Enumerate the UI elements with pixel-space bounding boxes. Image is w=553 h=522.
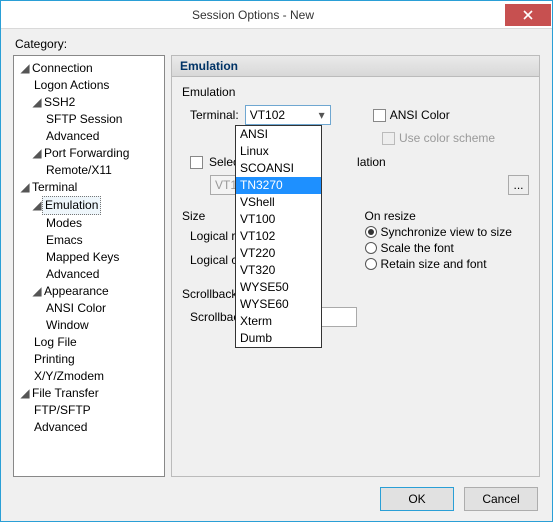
ok-button[interactable]: OK [380,487,454,511]
tree-mapped[interactable]: Mapped Keys [44,249,121,266]
tree-emulation[interactable]: Emulation [42,196,101,215]
radio-retain[interactable]: Retain size and font [365,257,530,271]
tree-terminal[interactable]: Terminal [30,179,79,196]
tree-logon[interactable]: Logon Actions [32,77,111,94]
dropdown-option[interactable]: VT320 [236,262,321,279]
close-button[interactable] [505,4,551,26]
close-icon [523,10,533,20]
tree-modes[interactable]: Modes [44,215,84,232]
tree-remotex11[interactable]: Remote/X11 [44,162,114,179]
dropdown-option[interactable]: Dumb [236,330,321,347]
tree-xyz[interactable]: X/Y/Zmodem [32,368,106,385]
category-label: Category: [15,37,540,51]
dropdown-option[interactable]: VT100 [236,211,321,228]
dropdown-option[interactable]: VT220 [236,245,321,262]
chevron-down-icon[interactable]: ◢ [32,197,42,214]
use-color-scheme-checkbox: Use color scheme [382,131,495,145]
panel-body: Emulation Terminal: VT102 ▾ ANSI Color [171,77,540,477]
radio-scale-label: Scale the font [381,241,454,255]
tree-portfwd[interactable]: Port Forwarding [42,145,131,162]
select-alt-checkbox[interactable] [190,156,203,169]
group-emulation: Emulation [182,85,529,99]
tree-appearance[interactable]: Appearance [42,283,111,300]
tree-filetransfer[interactable]: File Transfer [30,385,101,402]
browse-button[interactable]: ... [508,175,529,195]
cancel-button[interactable]: Cancel [464,487,538,511]
window-title: Session Options - New [1,8,505,22]
tree-ftpsftp[interactable]: FTP/SFTP [32,402,93,419]
terminal-dropdown-list[interactable]: ANSILinuxSCOANSITN3270VShellVT100VT102VT… [235,125,322,348]
tree-window[interactable]: Window [44,317,91,334]
radio-sync[interactable]: Synchronize view to size [365,225,530,239]
dropdown-option[interactable]: TN3270 [236,177,321,194]
terminal-label: Terminal: [190,108,239,122]
tree-emacs[interactable]: Emacs [44,232,85,249]
chevron-down-icon[interactable]: ◢ [20,179,30,196]
tree-sftp[interactable]: SFTP Session [44,111,124,128]
radio-sync-label: Synchronize view to size [381,225,512,239]
tree-printing[interactable]: Printing [32,351,77,368]
dropdown-option[interactable]: Linux [236,143,321,160]
dropdown-option[interactable]: VT102 [236,228,321,245]
ansi-color-checkbox[interactable]: ANSI Color [373,108,450,122]
dropdown-option[interactable]: WYSE50 [236,279,321,296]
use-color-scheme-label: Use color scheme [399,131,495,145]
tree-logfile[interactable]: Log File [32,334,79,351]
tree-advanced[interactable]: Advanced [44,266,101,283]
tree-ssh2[interactable]: SSH2 [42,94,77,111]
chevron-down-icon[interactable]: ◢ [20,385,30,402]
dropdown-option[interactable]: ANSI [236,126,321,143]
session-options-window: Session Options - New Category: ◢Connect… [0,0,553,522]
tree-connection[interactable]: Connection [30,60,95,77]
footer: OK Cancel [1,477,552,521]
ok-label: OK [408,492,425,506]
dots-label: ... [513,178,523,192]
cancel-label: Cancel [482,492,519,506]
dropdown-option[interactable]: SCOANSI [236,160,321,177]
titlebar: Session Options - New [1,1,552,29]
select-alt-label-right: lation [357,155,386,169]
chevron-down-icon[interactable]: ◢ [32,145,42,162]
chevron-down-icon[interactable]: ◢ [32,94,42,111]
dropdown-option[interactable]: Xterm [236,313,321,330]
group-onresize: On resize [365,209,530,223]
tree-ansicolor[interactable]: ANSI Color [44,300,108,317]
terminal-value: VT102 [250,108,285,122]
chevron-down-icon: ▾ [315,107,329,123]
panel-header: Emulation [171,55,540,77]
terminal-combo[interactable]: VT102 ▾ [245,105,331,125]
dropdown-option[interactable]: VShell [236,194,321,211]
tree-advanced[interactable]: Advanced [32,419,89,436]
radio-scale[interactable]: Scale the font [365,241,530,255]
category-tree[interactable]: ◢Connection Logon Actions ◢SSH2 SFTP Ses… [13,55,165,477]
radio-retain-label: Retain size and font [381,257,487,271]
tree-advanced[interactable]: Advanced [44,128,101,145]
dropdown-option[interactable]: WYSE60 [236,296,321,313]
chevron-down-icon[interactable]: ◢ [32,283,42,300]
chevron-down-icon[interactable]: ◢ [20,60,30,77]
ansi-color-label: ANSI Color [390,108,450,122]
